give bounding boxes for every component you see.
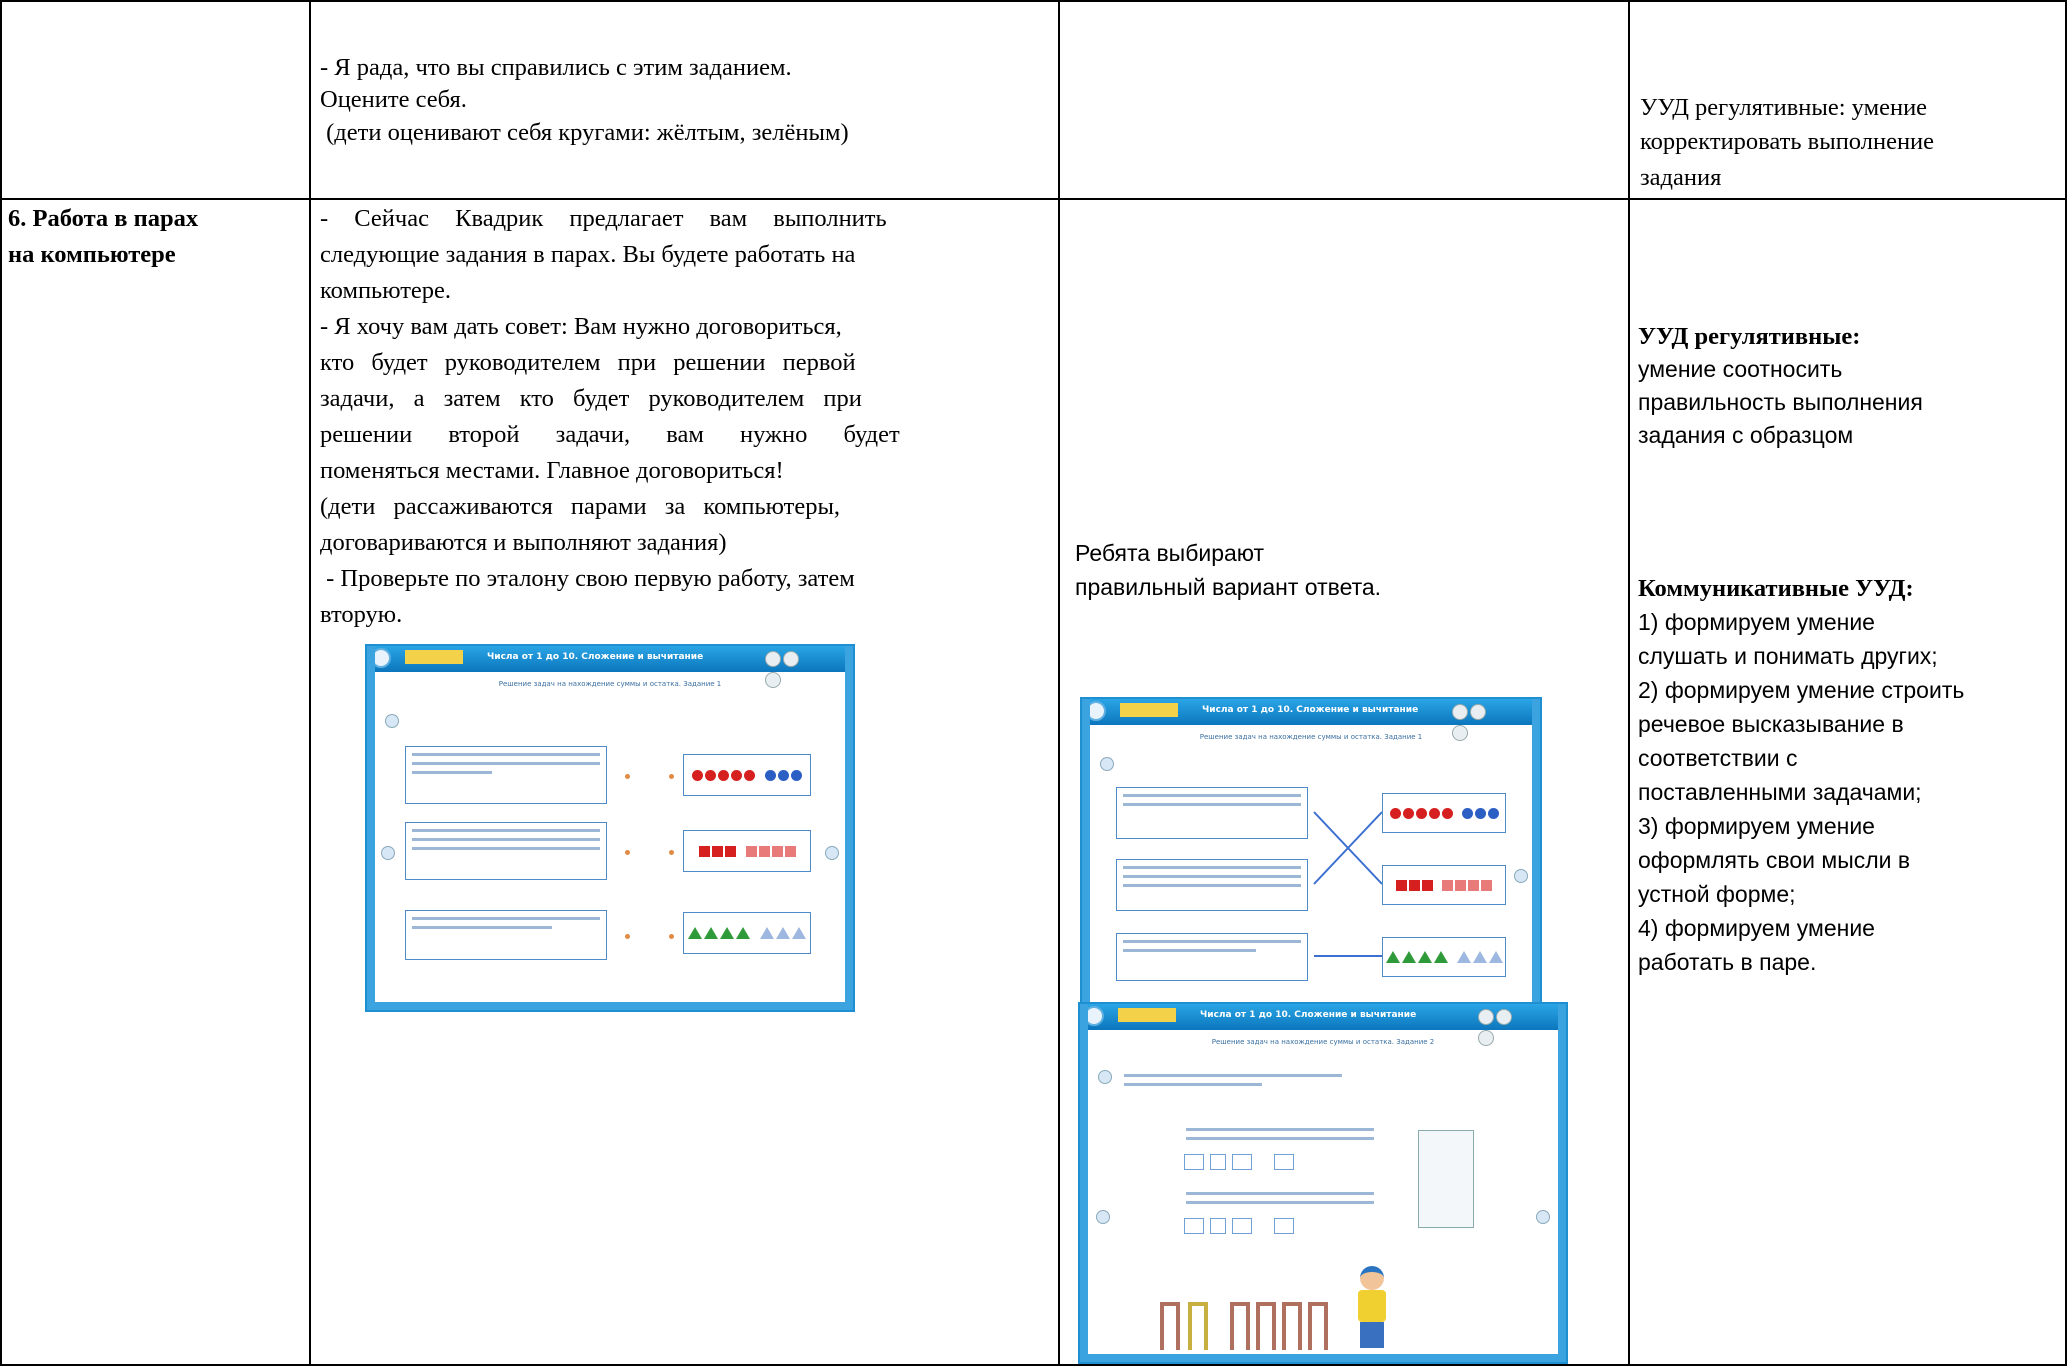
text-line: правильность выполнения — [1638, 389, 1923, 415]
text-line: поменяться местами. Главное договориться… — [320, 457, 784, 484]
text-line: (дети оценивают себя кругами: жёлтым, зе… — [320, 119, 849, 146]
column-divider-3 — [1628, 0, 1630, 1366]
text-line: - Я рада, что вы справились с этим задан… — [320, 54, 792, 81]
text-line: 4) формируем умение — [1638, 915, 1875, 941]
screen-bottom — [1080, 1354, 1566, 1362]
chair-icon — [1282, 1302, 1302, 1350]
chair-icon — [1256, 1302, 1276, 1350]
screen-title: Числа от 1 до 10. Сложение и вычитание — [487, 652, 704, 662]
text-line: оформлять свои мысли в — [1638, 847, 1911, 873]
screen-title: Числа от 1 до 10. Сложение и вычитание — [1200, 1010, 1417, 1020]
progress-dots — [1478, 1009, 1528, 1046]
task1-solution-screenshot: Числа от 1 до 10. Сложение и вычитание Р… — [1080, 697, 1542, 1011]
text-line: речевое высказывание в — [1638, 711, 1904, 737]
problem-box — [405, 910, 607, 960]
text-line: задания с образцом — [1638, 422, 1854, 448]
problem-text — [1180, 1126, 1380, 1152]
number-keypad — [1418, 1130, 1474, 1228]
text-line: корректировать выполнение — [1640, 128, 1935, 155]
text-line: кто будет руководителем при решении перв… — [320, 349, 856, 376]
right-arrow-icon — [825, 846, 839, 860]
column-divider-2 — [1058, 0, 1060, 1366]
screen-subtitle: Решение задач на нахождение суммы и оста… — [1211, 1038, 1435, 1046]
screen-side-left — [367, 646, 375, 1010]
brand-tag — [1118, 1008, 1176, 1022]
connector-dot — [669, 774, 674, 779]
problem-text — [1180, 1190, 1380, 1216]
connector-dot — [669, 850, 674, 855]
text-line: 6. Работа в парах — [8, 205, 199, 232]
problem-box — [405, 746, 607, 804]
uud-communicative-title: Коммуникативные УУД: — [1638, 575, 1914, 602]
text-line: компьютере. — [320, 277, 452, 304]
text-line: умение соотносить — [1638, 356, 1843, 382]
text-line: правильный вариант ответа. — [1075, 574, 1382, 600]
text-line: Ребята выбирают — [1075, 540, 1265, 566]
screen-side-right — [1558, 1004, 1566, 1362]
text-line: 3) формируем умение — [1638, 813, 1875, 839]
text-line: соответствии с — [1638, 745, 1798, 771]
back-arrow-icon — [385, 714, 399, 728]
task1-screenshot: Числа от 1 до 10. Сложение и вычитание Р… — [365, 644, 855, 1012]
answer-box-triangles — [1382, 937, 1506, 977]
answer-box-circles — [1382, 793, 1506, 833]
uud-regulative-title: УУД регулятивные: — [1638, 323, 1861, 350]
text-line: (дети рассаживаются парами за компьютеры… — [320, 493, 841, 520]
text-line: слушать и понимать других; — [1638, 643, 1938, 669]
text-line: вторую. — [320, 601, 403, 628]
connector-dot — [669, 934, 674, 939]
left-arrow-icon — [381, 846, 395, 860]
text-line: - Я хочу вам дать совет: Вам нужно догов… — [320, 313, 842, 340]
text-line: - Сейчас Квадрик предлагает вам выполнит… — [320, 205, 887, 232]
table-left-border — [0, 0, 2, 1366]
equation-boxes — [1184, 1218, 1294, 1234]
chair-icon — [1160, 1302, 1180, 1350]
problem-box — [405, 822, 607, 880]
boy-character-icon — [1350, 1266, 1394, 1356]
task2-screenshot: Числа от 1 до 10. Сложение и вычитание Р… — [1078, 1002, 1568, 1364]
text-line: договариваются и выполняют задания) — [320, 529, 727, 556]
answer-box-circles — [683, 754, 811, 796]
left-arrow-icon — [1096, 1210, 1110, 1224]
text-line: на компьютере — [8, 241, 176, 268]
text-line: работать в паре. — [1638, 949, 1817, 975]
text-line: устной форме; — [1638, 881, 1796, 907]
text-line: Оцените себя. — [320, 86, 467, 113]
answer-box-triangles — [683, 912, 811, 954]
connector-dot — [625, 934, 630, 939]
text-line: - Проверьте по эталону свою первую работ… — [320, 565, 855, 592]
chair-icon — [1308, 1302, 1328, 1350]
connector-dot — [625, 850, 630, 855]
text-line: поставленными задачами; — [1638, 779, 1922, 805]
answer-box-squares — [1382, 865, 1506, 905]
screen-side-right — [845, 646, 853, 1010]
back-arrow-icon — [1098, 1070, 1112, 1084]
progress-dots — [765, 651, 815, 688]
chair-icon — [1188, 1302, 1208, 1350]
brand-tag — [405, 650, 463, 664]
connector-dot — [625, 774, 630, 779]
right-arrow-icon — [1536, 1210, 1550, 1224]
text-line: 2) формируем умение строить — [1638, 677, 1965, 703]
instruction-lines — [1118, 1070, 1348, 1090]
screen-subtitle: Решение задач на нахождение суммы и оста… — [498, 680, 722, 688]
text-line: следующие задания в парах. Вы будете раб… — [320, 241, 856, 268]
text-line: УУД регулятивные: умение — [1640, 94, 1928, 121]
text-line: решении второй задачи, вам нужно будет — [320, 421, 900, 448]
equation-boxes — [1184, 1154, 1294, 1170]
text-line: задания — [1640, 164, 1722, 191]
text-line: задачи, а затем кто будет руководителем … — [320, 385, 862, 412]
screen-bottom — [367, 1002, 853, 1010]
screen-side-left — [1080, 1004, 1088, 1362]
chair-icon — [1230, 1302, 1250, 1350]
column-divider-1 — [309, 0, 311, 1366]
text-line: 1) формируем умение — [1638, 609, 1875, 635]
answer-box-squares — [683, 830, 811, 872]
